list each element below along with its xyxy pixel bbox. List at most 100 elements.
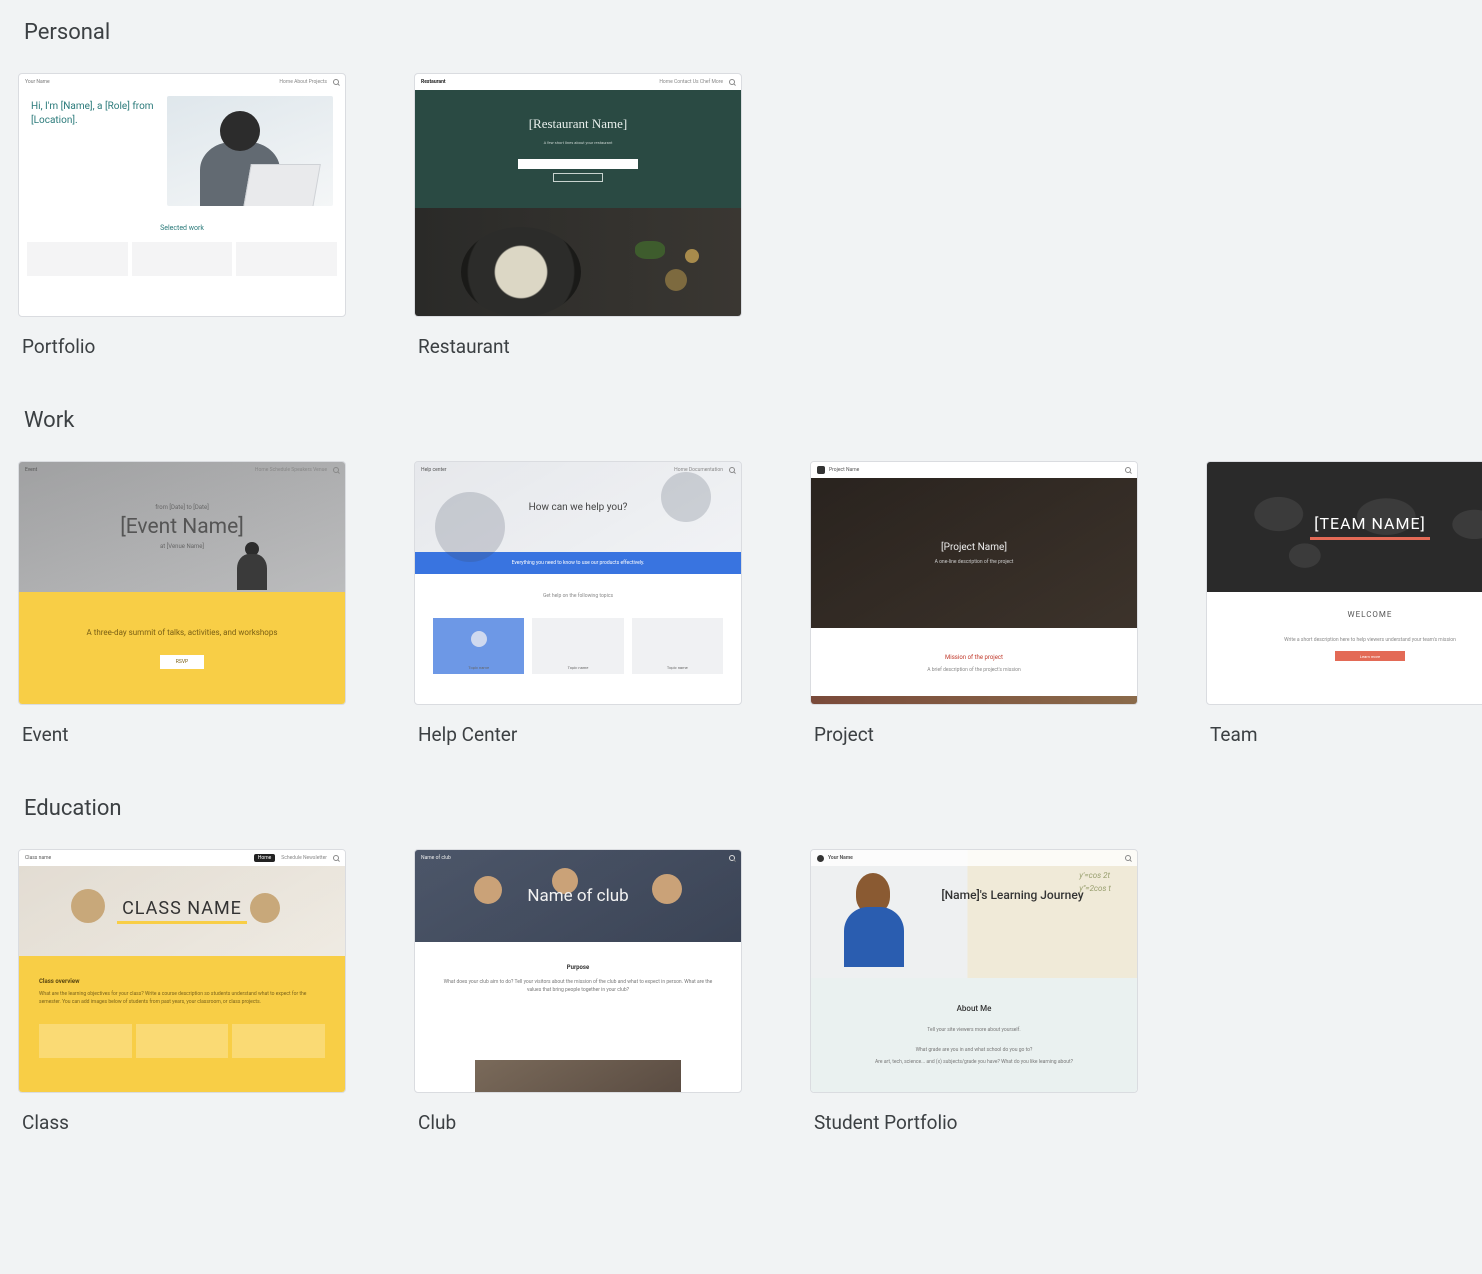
preview-topbar: Event Home Schedule Speakers Venue (19, 462, 345, 478)
preview-brand: Event (25, 467, 37, 473)
template-thumb-team[interactable]: [TEAM NAME] WELCOME Write a short descri… (1206, 461, 1482, 705)
template-label: Portfolio (18, 335, 346, 358)
preview-topbar: Restaurant Home Contact Us Chef More (415, 74, 741, 90)
preview-mission: Mission of the project A brief descripti… (811, 654, 1137, 673)
preview-nav: Home Contact Us Chef More (659, 79, 735, 85)
template-thumb-restaurant[interactable]: Restaurant Home Contact Us Chef More [Re… (414, 73, 742, 317)
preview-topbar: Project Name (811, 462, 1137, 478)
preview-hero: [TEAM NAME] (1207, 462, 1482, 592)
search-icon (729, 467, 735, 473)
template-grid-education: Class name HomeSchedule Newsletter CLASS… (18, 849, 1464, 1134)
preview-nav (729, 855, 735, 861)
section-education: Education Class name HomeSchedule Newsle… (18, 796, 1464, 1134)
preview-topbar (1207, 462, 1482, 478)
template-thumb-student-portfolio[interactable]: Your Name [Name]'s Learning Journey y'=c… (810, 849, 1138, 1093)
preview-nav: Home Schedule Speakers Venue (255, 467, 339, 473)
template-card-event: Event Home Schedule Speakers Venue from … (18, 461, 346, 746)
section-title-personal: Personal (24, 20, 1464, 45)
preview-topbar: Your Name (811, 850, 1137, 866)
template-label: Team (1206, 723, 1482, 746)
preview-footer-image (475, 1060, 681, 1092)
template-thumb-portfolio[interactable]: Your Name Home About Projects Hi, I'm [N… (18, 73, 346, 317)
preview-intro-text: Hi, I'm [Name], a [Role] from [Location]… (31, 96, 167, 206)
preview-rsvp-button: RSVP (160, 655, 204, 669)
template-thumb-event[interactable]: Event Home Schedule Speakers Venue from … (18, 461, 346, 705)
search-icon (333, 855, 339, 861)
template-thumb-project[interactable]: Project Name [Project Name] A one-line d… (810, 461, 1138, 705)
template-thumb-helpcenter[interactable]: Help center Home Documentation How can w… (414, 461, 742, 705)
template-card-project: Project Name [Project Name] A one-line d… (810, 461, 1138, 746)
preview-math-formulas: y'=cos 2t y''=2cos t (1079, 870, 1111, 896)
preview-nav (1125, 855, 1131, 861)
avatar-icon (817, 855, 824, 862)
preview-subtitle: A three-day summit of talks, activities,… (87, 628, 278, 637)
preview-hero: from [Date] to [Date] [Event Name] at [V… (19, 462, 345, 592)
template-label: Project (810, 723, 1138, 746)
preview-body: Hi, I'm [Name], a [Role] from [Location]… (19, 90, 345, 206)
section-personal: Personal Your Name Home About Projects H… (18, 20, 1464, 358)
preview-brand: Help center (421, 467, 447, 473)
preview-overview-title: Class overview (39, 978, 325, 985)
preview-class-name: CLASS NAME (117, 898, 247, 919)
template-card-team: [TEAM NAME] WELCOME Write a short descri… (1206, 461, 1482, 746)
preview-footer-image (811, 696, 1137, 704)
preview-selected-work: Selected work (19, 224, 345, 232)
preview-hero: [Name]'s Learning Journey y'=cos 2t y''=… (811, 850, 1137, 978)
search-icon (1125, 855, 1131, 861)
preview-topbar: Help center Home Documentation (415, 462, 741, 478)
preview-tiles (39, 1024, 325, 1058)
search-icon (333, 467, 339, 473)
preview-brand: Name of club (421, 855, 451, 861)
preview-event-name: [Event Name] (120, 515, 244, 539)
preview-body: About Me Tell your site viewers more abo… (811, 978, 1137, 1092)
search-icon (1125, 467, 1131, 473)
section-title-education: Education (24, 796, 1464, 821)
preview-learn-more-button: Learn more (1335, 651, 1405, 661)
preview-button (553, 173, 603, 182)
preview-nav: HomeSchedule Newsletter (254, 854, 339, 862)
preview-date: from [Date] to [Date] (155, 504, 209, 511)
preview-brand: Project Name (829, 467, 859, 473)
preview-purpose-title: Purpose (439, 964, 717, 971)
preview-question: How can we help you? (529, 502, 628, 513)
template-card-club: Name of club Name of club Purpose What d… (414, 849, 742, 1134)
preview-tiles (19, 232, 345, 276)
preview-team-name: [TEAM NAME] (1310, 514, 1430, 533)
preview-input (518, 159, 638, 169)
preview-mid-text: Get help on the following topics (415, 574, 741, 618)
template-label: Class (18, 1111, 346, 1134)
preview-banner: A three-day summit of talks, activities,… (19, 592, 345, 704)
preview-speaker-image (237, 542, 267, 592)
preview-purpose-desc: What does your club aim to do? Tell your… (439, 979, 717, 994)
search-icon (729, 79, 735, 85)
section-work: Work Event Home Schedule Speakers Venue … (18, 408, 1464, 746)
preview-about-title: About Me (811, 1004, 1137, 1013)
preview-subtitle: A few short lines about your restaurant (544, 140, 613, 145)
preview-hero-image (167, 96, 333, 206)
template-grid-personal: Your Name Home About Projects Hi, I'm [N… (18, 73, 1464, 358)
template-label: Help Center (414, 723, 742, 746)
preview-body: WELCOME Write a short description here t… (1207, 592, 1482, 661)
preview-brand: Restaurant (421, 79, 446, 85)
preview-topbar: Name of club (415, 850, 741, 866)
template-thumb-club[interactable]: Name of club Name of club Purpose What d… (414, 849, 742, 1093)
preview-about-line2: What grade are you in and what school do… (811, 1047, 1137, 1053)
preview-nav (1125, 467, 1131, 473)
template-label: Event (18, 723, 346, 746)
preview-hero: CLASS NAME (19, 866, 345, 956)
preview-title: [Name]'s Learning Journey (941, 888, 1083, 902)
preview-brand: Class name (25, 855, 51, 861)
preview-description: Write a short description here to help v… (1207, 637, 1482, 643)
template-label: Student Portfolio (810, 1111, 1138, 1134)
search-icon (729, 855, 735, 861)
preview-overview-desc: What are the learning objectives for you… (39, 991, 325, 1006)
preview-nav: Home About Projects (279, 79, 339, 85)
preview-hero: [Project Name] A one-line description of… (811, 478, 1137, 628)
preview-venue: at [Venue Name] (160, 543, 204, 550)
template-card-portfolio: Your Name Home About Projects Hi, I'm [N… (18, 73, 346, 358)
template-card-class: Class name HomeSchedule Newsletter CLASS… (18, 849, 346, 1134)
preview-topbar: Class name HomeSchedule Newsletter (19, 850, 345, 866)
template-thumb-class[interactable]: Class name HomeSchedule Newsletter CLASS… (18, 849, 346, 1093)
preview-student-image (844, 873, 904, 963)
preview-welcome: WELCOME (1207, 610, 1482, 619)
